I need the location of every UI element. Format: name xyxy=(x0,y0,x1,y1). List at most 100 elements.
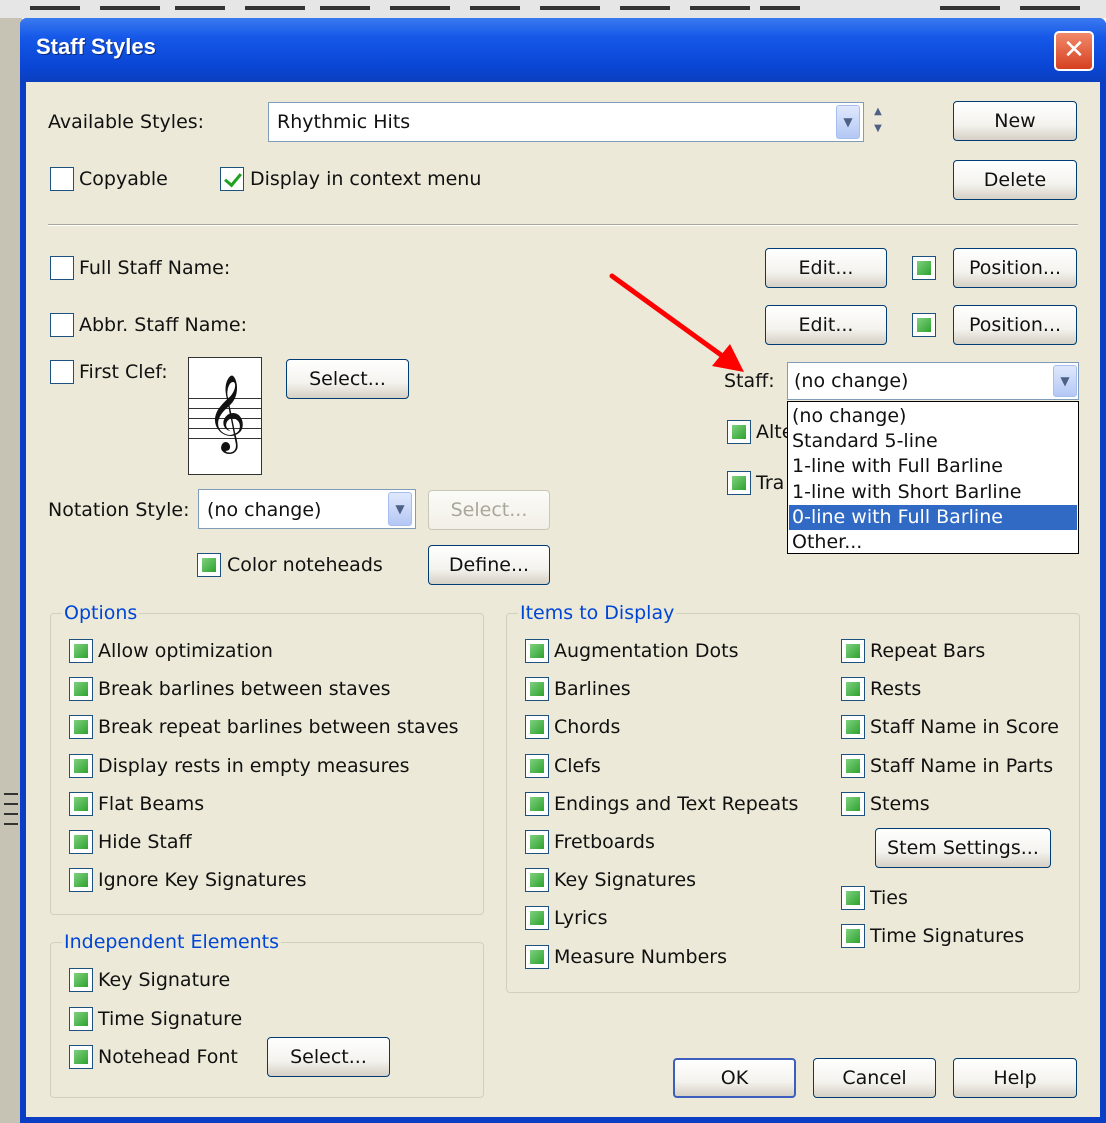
close-icon[interactable]: ✕ xyxy=(1054,31,1094,71)
spinner-icon[interactable]: ▲ ▼ xyxy=(866,103,890,141)
staff-dropdown-option[interactable]: 0-line with Full Barline xyxy=(789,504,1077,530)
option-label: Clefs xyxy=(554,754,601,777)
option-checkbox[interactable] xyxy=(69,715,93,740)
clef-preview: 𝄞 xyxy=(188,357,262,475)
full-staff-name-checkbox[interactable] xyxy=(50,256,74,280)
full-staff-name-label: Full Staff Name: xyxy=(79,257,231,279)
new-button[interactable]: New xyxy=(953,101,1077,141)
abbr-staff-name-position-checkbox[interactable] xyxy=(912,313,936,337)
option-label: Break barlines between staves xyxy=(98,678,391,701)
option-checkbox[interactable] xyxy=(69,791,93,816)
separator xyxy=(48,224,1078,226)
abbr-staff-name-edit-button[interactable]: Edit... xyxy=(765,305,887,345)
option-label: Notehead Font xyxy=(98,1046,238,1068)
notation-style-select-button[interactable]: Select... xyxy=(428,490,550,530)
option-checkbox[interactable] xyxy=(69,753,93,778)
option-checkbox[interactable] xyxy=(525,830,549,854)
transposition-checkbox[interactable] xyxy=(727,471,751,495)
transposition-label: Tra xyxy=(756,472,785,494)
clef-select-button[interactable]: Select... xyxy=(286,359,409,399)
cancel-button[interactable]: Cancel xyxy=(813,1058,936,1098)
alternate-notation-checkbox[interactable] xyxy=(727,420,751,444)
items-to-display-group-title: Items to Display xyxy=(518,602,677,624)
delete-button[interactable]: Delete xyxy=(953,160,1077,200)
treble-clef-icon: 𝄞 xyxy=(207,374,247,451)
option-checkbox[interactable] xyxy=(525,944,549,969)
staff-dropdown-list: (no change) Standard 5-line 1-line with Fu… xyxy=(787,401,1079,554)
option-checkbox[interactable] xyxy=(841,753,865,778)
option-label: Hide Staff xyxy=(98,831,192,853)
color-noteheads-label: Color noteheads xyxy=(227,554,383,576)
stem-settings-button[interactable]: Stem Settings... xyxy=(875,828,1051,868)
copyable-label: Copyable xyxy=(79,168,168,190)
full-staff-name-edit-button[interactable]: Edit... xyxy=(765,248,887,288)
background-toolbar xyxy=(0,0,1106,18)
option-checkbox[interactable] xyxy=(841,791,865,816)
option-checkbox[interactable] xyxy=(69,868,93,893)
option-checkbox[interactable] xyxy=(525,715,549,740)
first-clef-checkbox[interactable] xyxy=(50,360,74,384)
staff-dropdown-option[interactable]: Other... xyxy=(789,530,1077,555)
option-checkbox[interactable] xyxy=(69,639,93,663)
option-label: Barlines xyxy=(554,678,631,701)
option-checkbox[interactable] xyxy=(841,886,865,910)
option-checkbox[interactable] xyxy=(69,677,93,702)
display-context-menu-label: Display in context menu xyxy=(250,168,482,190)
option-checkbox[interactable] xyxy=(69,968,93,992)
help-button[interactable]: Help xyxy=(953,1058,1077,1098)
available-styles-value: Rhythmic Hits xyxy=(277,111,411,133)
title-bar[interactable] xyxy=(20,18,1106,82)
options-group-title: Options xyxy=(62,602,140,624)
dialog-title: Staff Styles xyxy=(36,34,156,59)
chevron-down-icon[interactable]: ▼ xyxy=(1053,365,1077,397)
option-label: Time Signature xyxy=(98,1007,243,1030)
option-checkbox[interactable] xyxy=(69,1045,93,1069)
chevron-down-icon[interactable]: ▼ xyxy=(388,492,412,526)
abbr-staff-name-label: Abbr. Staff Name: xyxy=(79,314,248,336)
background-app-edge xyxy=(0,18,22,1123)
staff-combo[interactable]: (no change) ▼ xyxy=(787,362,1079,400)
chevron-down-icon[interactable]: ▼ xyxy=(836,105,860,139)
staff-dropdown-option[interactable]: 1-line with Short Barline xyxy=(789,480,1077,505)
staff-dropdown-option[interactable]: (no change) xyxy=(789,404,1077,429)
option-label: Staff Name in Parts xyxy=(870,754,1054,777)
option-checkbox[interactable] xyxy=(69,1006,93,1031)
option-label: Time Signatures xyxy=(870,925,1025,947)
option-checkbox[interactable] xyxy=(525,753,549,778)
display-context-menu-checkbox[interactable] xyxy=(220,167,244,191)
notehead-font-select-button[interactable]: Select... xyxy=(267,1037,390,1077)
option-label: Fretboards xyxy=(554,831,655,853)
option-label: Ignore Key Signatures xyxy=(98,869,307,892)
option-label: Display rests in empty measures xyxy=(98,754,410,777)
full-staff-name-position-button[interactable]: Position... xyxy=(953,248,1077,288)
option-checkbox[interactable] xyxy=(525,868,549,893)
option-checkbox[interactable] xyxy=(525,791,549,816)
option-label: Staff Name in Score xyxy=(870,716,1059,739)
option-checkbox[interactable] xyxy=(69,830,93,854)
option-checkbox[interactable] xyxy=(525,677,549,702)
first-clef-label: First Clef: xyxy=(79,361,168,383)
option-checkbox[interactable] xyxy=(525,639,549,663)
color-noteheads-checkbox[interactable] xyxy=(197,553,221,577)
staff-dropdown-option[interactable]: Standard 5-line xyxy=(789,429,1077,454)
option-checkbox[interactable] xyxy=(841,715,865,740)
staff-combo-value: (no change) xyxy=(794,370,909,392)
ok-button[interactable]: OK xyxy=(673,1058,796,1098)
option-checkbox[interactable] xyxy=(525,906,549,931)
define-button[interactable]: Define... xyxy=(428,545,550,585)
option-checkbox[interactable] xyxy=(841,924,865,948)
available-styles-combo[interactable]: Rhythmic Hits ▼ xyxy=(268,102,864,142)
abbr-staff-name-checkbox[interactable] xyxy=(50,313,74,337)
option-label: Break repeat barlines between staves xyxy=(98,716,459,739)
notation-style-combo[interactable]: (no change) ▼ xyxy=(198,489,416,529)
available-styles-label: Available Styles: xyxy=(48,111,205,133)
option-checkbox[interactable] xyxy=(841,677,865,702)
option-label: Rests xyxy=(870,678,922,701)
copyable-checkbox[interactable] xyxy=(50,167,74,191)
option-label: Measure Numbers xyxy=(554,945,728,968)
staff-dropdown-option[interactable]: 1-line with Full Barline xyxy=(789,454,1077,479)
option-label: Chords xyxy=(554,716,621,739)
abbr-staff-name-position-button[interactable]: Position... xyxy=(953,305,1077,345)
option-checkbox[interactable] xyxy=(841,639,865,663)
full-staff-name-position-checkbox[interactable] xyxy=(912,256,936,280)
